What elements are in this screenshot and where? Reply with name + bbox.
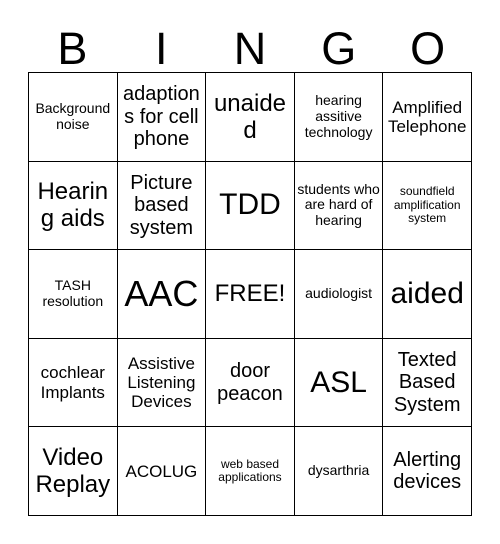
bingo-card: B I N G O Background noise adaptions for… xyxy=(0,0,500,544)
bingo-cell-label: audiologist xyxy=(305,285,373,302)
bingo-cell-label: Video Replay xyxy=(35,444,111,499)
bingo-cell[interactable]: dysarthria xyxy=(294,427,384,516)
bingo-cell[interactable]: TDD xyxy=(206,161,295,251)
bingo-cell[interactable]: door peacon xyxy=(206,338,295,428)
bingo-header: B I N G O xyxy=(28,16,472,72)
bingo-cell[interactable]: Assistive Listening Devices xyxy=(117,338,207,428)
bingo-cell-label: web based applications xyxy=(218,456,282,485)
header-letter-g: G xyxy=(321,23,357,74)
bingo-cell[interactable]: Background noise xyxy=(29,73,118,162)
bingo-cell-label: aided xyxy=(390,277,464,311)
bingo-cell-label: dysarthria xyxy=(307,462,370,479)
bingo-cell[interactable]: cochlear Implants xyxy=(29,338,118,428)
bingo-cell[interactable]: students who are hard of hearing xyxy=(294,161,384,251)
bingo-cell[interactable]: Hearing aids xyxy=(29,161,118,251)
bingo-grid: Background noise adaptions for cell phon… xyxy=(28,72,472,516)
bingo-cell[interactable]: Texted Based System xyxy=(383,338,472,428)
bingo-cell-label: Picture based system xyxy=(129,171,194,239)
bingo-cell[interactable]: aided xyxy=(383,250,472,339)
bingo-cell-label: FREE! xyxy=(214,280,286,308)
bingo-cell-label: Texted Based System xyxy=(393,348,461,416)
bingo-cell-label: Amplified Telephone xyxy=(387,97,467,136)
header-letter-i: I xyxy=(154,23,168,74)
bingo-cell-label: hearing assitive technology xyxy=(304,92,373,140)
bingo-cell-label: students who are hard of hearing xyxy=(297,180,380,229)
bingo-cell-label: Assistive Listening Devices xyxy=(127,353,196,412)
bingo-cell[interactable]: TASH resolution xyxy=(29,250,118,339)
bingo-cell-label: Background noise xyxy=(35,99,111,132)
bingo-cell-label: adaptions for cell phone xyxy=(123,82,200,151)
header-letter-o: O xyxy=(410,23,446,74)
bingo-cell[interactable]: ACOLUG xyxy=(117,427,207,516)
bingo-cell[interactable]: unaided xyxy=(206,73,295,162)
bingo-cell[interactable]: Amplified Telephone xyxy=(383,73,472,162)
bingo-cell-label: TASH resolution xyxy=(42,277,104,309)
bingo-cell-label: cochlear Implants xyxy=(40,363,105,402)
bingo-cell-free-space[interactable]: FREE! xyxy=(206,250,295,339)
bingo-cell-label: unaided xyxy=(213,89,287,144)
bingo-cell-label: TDD xyxy=(219,188,281,222)
bingo-cell[interactable]: adaptions for cell phone xyxy=(117,73,207,162)
bingo-cell[interactable]: hearing assitive technology xyxy=(294,73,384,162)
header-letter-b: B xyxy=(57,23,88,74)
bingo-cell-label: Hearing aids xyxy=(37,178,109,233)
bingo-cell-label: Alerting devices xyxy=(393,448,462,494)
bingo-cell[interactable]: Picture based system xyxy=(117,161,207,251)
bingo-cell[interactable]: web based applications xyxy=(206,427,295,516)
bingo-cell[interactable]: Video Replay xyxy=(29,427,118,516)
header-letter-n: N xyxy=(233,23,267,74)
bingo-cell-label: AAC xyxy=(124,272,199,314)
bingo-cell[interactable]: Alerting devices xyxy=(383,427,472,516)
bingo-cell[interactable]: AAC xyxy=(117,250,207,339)
bingo-cell-label: ACOLUG xyxy=(125,461,198,481)
bingo-cell[interactable]: audiologist xyxy=(294,250,384,339)
bingo-cell[interactable]: soundfield amplification system xyxy=(383,161,472,251)
bingo-cell[interactable]: ASL xyxy=(294,338,384,428)
bingo-cell-label: soundfield amplification system xyxy=(393,184,461,226)
bingo-cell-label: ASL xyxy=(310,365,367,399)
bingo-cell-label: door peacon xyxy=(217,360,283,405)
